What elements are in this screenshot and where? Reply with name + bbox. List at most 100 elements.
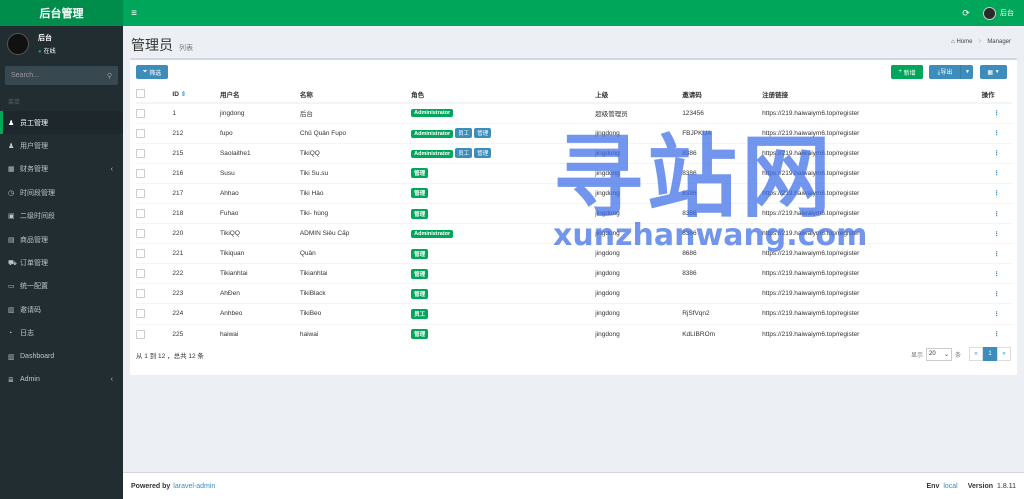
row-actions-icon[interactable]: ⋮ — [981, 283, 1012, 304]
sidebar-item-2[interactable]: ▦ 财务管理 ‹ — [0, 158, 123, 181]
cell-roles: Administrator 员工 管理 — [411, 122, 596, 144]
sidebar-item-10[interactable]: ▥ Dashboard — [0, 345, 123, 368]
nav-header: 菜单 — [8, 100, 21, 106]
next-page-button[interactable]: » — [997, 347, 1011, 361]
cell-name: TikiBeo — [299, 303, 412, 325]
row-checkbox[interactable] — [136, 168, 145, 178]
role-badge: 管理 — [411, 329, 429, 340]
sidebar: 后台 ● 在线 Search... ⚲ 菜单 ♟ 员工管理 ♟ 用户管理 ▦ 财务管理 ‹ ◷ 时… — [0, 26, 123, 499]
role-badge: Administrator — [411, 130, 454, 139]
sidebar-item-7[interactable]: ▭ 统一配置 — [0, 275, 123, 298]
cell-link: https://219.haiwaiym6.top/register — [762, 182, 982, 204]
cell-id: 220 — [172, 223, 220, 244]
table-row: 217 Ahhao Tiki Hào 管理 jingdong 8386 https://21… — [136, 182, 1012, 204]
breadcrumb-home[interactable]: Home — [956, 39, 972, 45]
chevron-down-icon: ⌄ — [943, 351, 949, 358]
cell-name: Tiki Hào — [299, 182, 412, 204]
sidebar-item-3[interactable]: ◷ 时间段管理 — [0, 181, 123, 204]
caret-down-icon[interactable]: ▼ — [965, 69, 970, 75]
sort-icon[interactable]: ⇕ — [181, 91, 186, 98]
menu-toggle-icon[interactable]: ≡ — [123, 0, 145, 26]
app-logo[interactable]: 后台管理 — [0, 0, 123, 26]
prev-page-button[interactable]: « — [969, 347, 983, 361]
role-badge: 管理 — [411, 168, 429, 179]
row-checkbox[interactable] — [136, 229, 145, 239]
cell-roles: 管理 — [411, 162, 596, 184]
role-badge: 管理 — [474, 128, 492, 139]
row-checkbox[interactable] — [136, 289, 145, 299]
pagination-summary: 从 1 到 12 ，总共 12 条 — [136, 353, 204, 360]
sidebar-item-9[interactable]: ◔ 日志 — [0, 322, 123, 345]
sidebar-item-11[interactable]: ≣ Admin ‹ — [0, 368, 123, 391]
row-checkbox[interactable] — [136, 309, 145, 319]
cell-parent: jingdong — [595, 223, 683, 244]
cell-roles: Administrator — [411, 102, 596, 124]
table-row: 223 AhĐen TikiBlack 管理 jingdong https://219.h… — [136, 283, 1012, 304]
role-badge: 员工 — [455, 148, 473, 159]
row-actions-icon[interactable]: ⋮ — [981, 263, 1012, 284]
cell-id: 224 — [172, 303, 220, 325]
role-badge: Administrator — [411, 229, 454, 238]
cell-invite: 8386 — [682, 223, 763, 244]
page-1-button[interactable]: 1 — [983, 347, 997, 361]
row-actions-icon[interactable]: ⋮ — [981, 223, 1012, 244]
row-checkbox[interactable] — [136, 188, 145, 198]
admin-table: ID ⇕ 用户名 名称 角色 上级 邀请码 注册链接 操作 1 jingdong 后… — [136, 85, 1012, 345]
row-checkbox[interactable] — [136, 108, 145, 118]
sidebar-item-0[interactable]: ♟ 员工管理 — [0, 111, 123, 135]
cell-link: https://219.haiwaiym6.top/register — [762, 223, 982, 244]
select-all-checkbox[interactable] — [136, 89, 145, 98]
cell-link: https://219.haiwaiym6.top/register — [762, 303, 982, 325]
sidebar-item-6[interactable]: ⛟ 订单管理 — [0, 251, 123, 274]
cell-parent: 超级管理员 — [595, 102, 683, 124]
breadcrumb-current: Manager — [987, 39, 1011, 45]
search-icon[interactable]: ⚲ — [107, 72, 112, 80]
cell-parent: jingdong — [595, 142, 683, 164]
col-id[interactable]: ID ⇕ — [172, 85, 220, 104]
sidebar-search[interactable]: Search... ⚲ — [5, 66, 118, 85]
sidebar-item-8[interactable]: ▥ 邀请码 — [0, 298, 123, 321]
user-panel: 后台 ● 在线 — [0, 26, 123, 62]
sidebar-item-4[interactable]: ▣ 二级时间段 — [0, 205, 123, 228]
user-name: 后台 — [1000, 10, 1014, 17]
per-page-unit: 条 — [954, 352, 961, 359]
row-checkbox[interactable] — [136, 128, 145, 138]
user-menu[interactable]: 后台 — [977, 6, 1024, 20]
row-actions-icon[interactable]: ⋮ — [981, 122, 1012, 144]
footer: Powered by laravel-admin Env local Versi… — [123, 472, 1024, 499]
col-username: 用户名 — [219, 85, 300, 104]
users-icon: ♟ — [8, 143, 15, 151]
role-badge: 管理 — [411, 248, 429, 259]
search-input[interactable]: Search... — [11, 72, 39, 79]
row-actions-icon[interactable]: ⋮ — [981, 142, 1012, 164]
row-actions-icon[interactable]: ⋮ — [981, 102, 1012, 124]
row-checkbox[interactable] — [136, 249, 145, 259]
col-invite: 邀请码 — [682, 85, 763, 104]
sidebar-item-label: 时间段管理 — [20, 189, 55, 197]
cell-name: Quân — [299, 243, 412, 264]
sidebar-item-label: 用户管理 — [20, 143, 48, 151]
sidebar-item-5[interactable]: ▤ 商品管理 — [0, 228, 123, 251]
row-actions-icon[interactable]: ⋮ — [981, 303, 1012, 325]
row-actions-icon[interactable]: ⋮ — [981, 162, 1012, 184]
row-checkbox[interactable] — [136, 209, 145, 219]
table-row: 221 Tikiquan Quân 管理 jingdong 8686 https://219… — [136, 243, 1012, 264]
export-button[interactable]: ⤓导出 ▼ — [929, 65, 973, 79]
row-actions-icon[interactable]: ⋮ — [981, 323, 1012, 345]
cell-invite: 8386 — [682, 142, 763, 164]
filter-button[interactable]: ⏷ 筛选 — [136, 65, 168, 79]
refresh-icon[interactable]: ⟳ — [955, 8, 977, 19]
sidebar-item-1[interactable]: ♟ 用户管理 — [0, 134, 123, 157]
row-actions-icon[interactable]: ⋮ — [981, 202, 1012, 224]
row-checkbox[interactable] — [136, 269, 145, 279]
cell-link: https://219.haiwaiym6.top/register — [762, 162, 982, 184]
row-checkbox[interactable] — [136, 329, 145, 339]
row-checkbox[interactable] — [136, 148, 145, 158]
row-actions-icon[interactable]: ⋮ — [981, 243, 1012, 264]
new-button[interactable]: + 新增 — [891, 65, 923, 79]
cell-invite: 8386 — [682, 162, 763, 184]
laravel-admin-link[interactable]: laravel-admin — [173, 483, 215, 490]
per-page-select[interactable]: 20 ⌄ — [925, 347, 952, 361]
columns-button[interactable]: ▦ ▼ — [980, 65, 1007, 79]
row-actions-icon[interactable]: ⋮ — [981, 182, 1012, 204]
